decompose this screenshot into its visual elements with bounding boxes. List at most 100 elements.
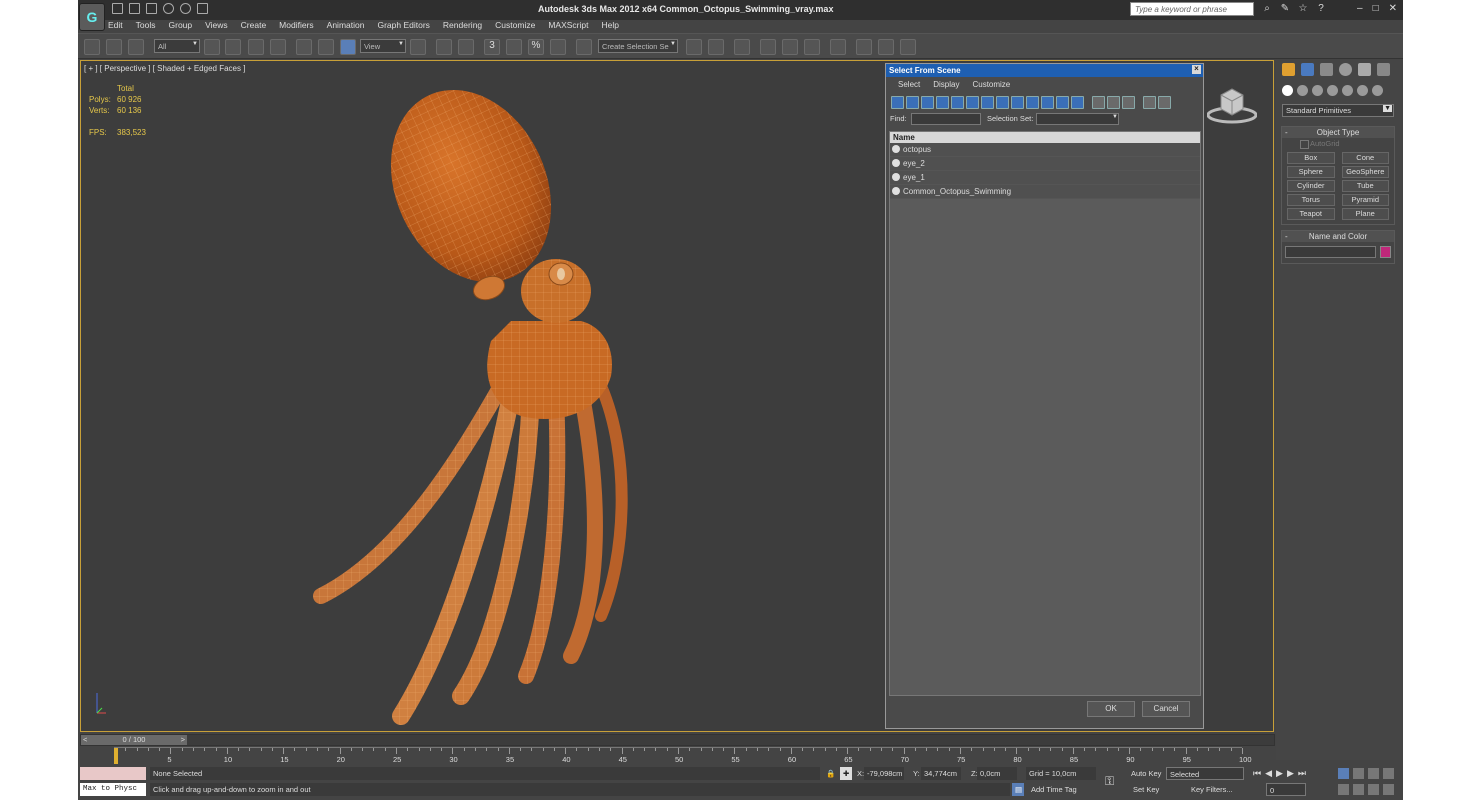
help-icon[interactable]: ? bbox=[1315, 3, 1327, 15]
spacewarps-icon[interactable] bbox=[1357, 85, 1368, 96]
dialog-menu-display[interactable]: Display bbox=[933, 80, 959, 91]
hierarchy-tab-icon[interactable] bbox=[1320, 63, 1333, 76]
dialog-menu-select[interactable]: Select bbox=[898, 80, 920, 91]
track-bar[interactable]: 5 10 15 20 25 30 35 40 45 50 55 60 65 70 75 80 85 90 95 100 bbox=[114, 747, 1252, 764]
time-slider-track[interactable]: 0 / 100 bbox=[80, 734, 1275, 746]
display-tab-icon[interactable] bbox=[1358, 63, 1371, 76]
create-pyramid-button[interactable]: Pyramid bbox=[1341, 194, 1389, 206]
add-time-tag[interactable]: Add Time Tag bbox=[1028, 783, 1098, 796]
shapes-icon[interactable] bbox=[1297, 85, 1308, 96]
autogrid-checkbox[interactable]: AutoGrid bbox=[1282, 138, 1394, 150]
display-lights-icon[interactable] bbox=[921, 96, 934, 109]
display-bones-icon[interactable] bbox=[1011, 96, 1024, 109]
angle-snap-icon[interactable] bbox=[506, 39, 522, 55]
display-frozen-icon[interactable] bbox=[1041, 96, 1054, 109]
minimize-icon[interactable]: – bbox=[1357, 3, 1363, 14]
pan-icon[interactable] bbox=[1353, 784, 1364, 795]
utilities-tab-icon[interactable] bbox=[1377, 63, 1390, 76]
spinner-snap-icon[interactable] bbox=[550, 39, 566, 55]
search-input[interactable]: Type a keyword or phrase bbox=[1130, 2, 1254, 16]
new-file-icon[interactable] bbox=[112, 3, 123, 14]
close-icon[interactable]: ✕ bbox=[1389, 3, 1397, 14]
create-tube-button[interactable]: Tube bbox=[1341, 180, 1389, 192]
name-color-title[interactable]: Name and Color bbox=[1282, 231, 1394, 242]
scene-object-row[interactable]: Common_Octopus_Swimming bbox=[890, 185, 1200, 199]
menu-create[interactable]: Create bbox=[241, 20, 267, 32]
scene-object-row[interactable]: octopus bbox=[890, 143, 1200, 157]
save-file-icon[interactable] bbox=[146, 3, 157, 14]
menu-customize[interactable]: Customize bbox=[495, 20, 535, 32]
set-key-button[interactable]: Set Key bbox=[1130, 783, 1164, 796]
window-crossing-icon[interactable] bbox=[270, 39, 286, 55]
dialog-close-icon[interactable]: × bbox=[1192, 65, 1201, 74]
selection-filter-dropdown[interactable]: All bbox=[154, 39, 200, 53]
rendered-frame-icon[interactable] bbox=[878, 39, 894, 55]
absolute-mode-icon[interactable]: ✚ bbox=[840, 767, 852, 780]
set-key-mode-icon[interactable]: ⚿ bbox=[1102, 772, 1122, 790]
create-torus-button[interactable]: Torus bbox=[1287, 194, 1335, 206]
object-name-input[interactable] bbox=[1285, 246, 1377, 258]
redo-icon[interactable] bbox=[180, 3, 191, 14]
move-icon[interactable] bbox=[296, 39, 312, 55]
maxscript-mini-listener[interactable]: Max to Physc bbox=[80, 783, 146, 796]
go-to-start-icon[interactable]: ⏮ bbox=[1253, 768, 1261, 779]
create-box-button[interactable]: Box bbox=[1287, 152, 1335, 164]
menu-edit[interactable]: Edit bbox=[108, 20, 123, 32]
name-column-header[interactable]: Name bbox=[890, 132, 1200, 143]
zoom-all-icon[interactable] bbox=[1353, 768, 1364, 779]
edit-named-selection-icon[interactable] bbox=[576, 39, 592, 55]
material-editor-icon[interactable] bbox=[830, 39, 846, 55]
snaps-toggle-icon[interactable]: 3 bbox=[484, 39, 500, 55]
create-plane-button[interactable]: Plane bbox=[1341, 208, 1389, 220]
undo-icon[interactable] bbox=[163, 3, 174, 14]
scale-icon[interactable] bbox=[340, 39, 356, 55]
pivot-center-icon[interactable] bbox=[410, 39, 426, 55]
link-icon[interactable] bbox=[84, 39, 100, 55]
object-type-title[interactable]: Object Type bbox=[1282, 127, 1394, 138]
previous-frame-icon[interactable]: ◀ bbox=[1265, 768, 1272, 779]
unlink-icon[interactable] bbox=[106, 39, 122, 55]
y-coord-field[interactable]: 34,774cm bbox=[921, 767, 961, 780]
selection-set-dropdown[interactable] bbox=[1036, 113, 1119, 125]
cameras-icon[interactable] bbox=[1327, 85, 1338, 96]
create-teapot-button[interactable]: Teapot bbox=[1287, 208, 1335, 220]
star-icon[interactable]: ☆ bbox=[1297, 3, 1309, 15]
zoom-extents-all-icon[interactable] bbox=[1383, 768, 1394, 779]
dialog-menu-customize[interactable]: Customize bbox=[972, 80, 1010, 91]
display-invert-icon[interactable] bbox=[1107, 96, 1120, 109]
render-production-icon[interactable] bbox=[900, 39, 916, 55]
menu-help[interactable]: Help bbox=[601, 20, 618, 32]
selection-lock-icon[interactable]: 🔒 bbox=[823, 767, 835, 780]
curve-editor-icon[interactable] bbox=[782, 39, 798, 55]
viewcube-icon[interactable] bbox=[1207, 81, 1257, 125]
percent-snap-icon[interactable]: % bbox=[528, 39, 544, 55]
menu-graph-editors[interactable]: Graph Editors bbox=[377, 20, 429, 32]
display-spacewarps-icon[interactable] bbox=[966, 96, 979, 109]
zoom-icon[interactable] bbox=[1338, 768, 1349, 779]
open-file-icon[interactable] bbox=[129, 3, 140, 14]
time-tag-icon[interactable]: ▤ bbox=[1012, 783, 1024, 796]
orbit-icon[interactable] bbox=[1368, 784, 1379, 795]
filter-icon[interactable] bbox=[1143, 96, 1156, 109]
menu-views[interactable]: Views bbox=[205, 20, 228, 32]
scene-object-row[interactable]: eye_2 bbox=[890, 157, 1200, 171]
menu-modifiers[interactable]: Modifiers bbox=[279, 20, 313, 32]
key-filters-button[interactable]: Key Filters... bbox=[1188, 783, 1244, 796]
field-of-view-icon[interactable] bbox=[1338, 784, 1349, 795]
menu-rendering[interactable]: Rendering bbox=[443, 20, 482, 32]
create-sphere-button[interactable]: Sphere bbox=[1287, 166, 1335, 178]
named-selection-dropdown[interactable]: Create Selection Se bbox=[598, 39, 678, 53]
menu-tools[interactable]: Tools bbox=[136, 20, 156, 32]
helpers-icon[interactable] bbox=[1342, 85, 1353, 96]
layer-manager-icon[interactable] bbox=[734, 39, 750, 55]
x-coord-field[interactable]: -79,098cm bbox=[864, 767, 904, 780]
display-cameras-icon[interactable] bbox=[936, 96, 949, 109]
bind-spacewarp-icon[interactable] bbox=[128, 39, 144, 55]
project-folder-icon[interactable] bbox=[197, 3, 208, 14]
cancel-button[interactable]: Cancel bbox=[1142, 701, 1190, 717]
display-geometry-icon[interactable] bbox=[891, 96, 904, 109]
tools-icon[interactable]: ✎ bbox=[1279, 3, 1291, 15]
maximize-icon[interactable]: □ bbox=[1373, 3, 1379, 14]
primitive-category-dropdown[interactable]: Standard Primitives bbox=[1282, 104, 1394, 117]
auto-key-button[interactable]: Auto Key bbox=[1128, 767, 1164, 780]
